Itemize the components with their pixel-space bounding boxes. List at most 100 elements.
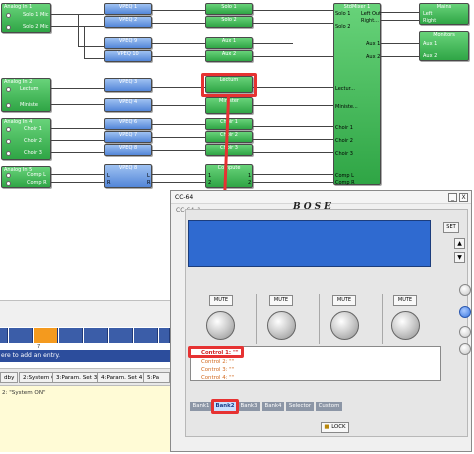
vpeq-block[interactable]: VPEQ 7	[104, 131, 152, 143]
gain-block-stereo[interactable]: Compute 1 2 1 2	[205, 164, 253, 188]
mixer-input-label: Ministe...	[335, 104, 358, 110]
port-label: Aux 2	[423, 53, 438, 59]
bank-tab-custom[interactable]: Custom	[316, 402, 342, 411]
wire	[84, 58, 104, 59]
entry-list-item[interactable]: 2: "System ON"	[2, 390, 46, 396]
port-label: Aux 1	[423, 41, 438, 47]
highlight-box-bank2	[211, 399, 239, 414]
toolbar-cell[interactable]	[59, 328, 83, 343]
wire	[152, 124, 205, 125]
volume-knob-3[interactable]	[330, 311, 359, 340]
port-label: Solo 1 Mic	[23, 12, 49, 18]
gain-block[interactable]: Aux 1	[205, 37, 253, 49]
wire	[253, 23, 333, 24]
input-block-analog-in-2[interactable]: Analog In 2 Lectum Ministe	[1, 78, 51, 112]
lock-button[interactable]: ■ LOCK	[321, 422, 349, 433]
gain-block[interactable]: Aux 2	[205, 50, 253, 62]
volume-knob-4[interactable]	[391, 311, 420, 340]
volume-knob-2[interactable]	[267, 311, 296, 340]
wire	[51, 88, 104, 89]
wire	[253, 105, 333, 106]
wire	[51, 174, 104, 175]
vpeq-block[interactable]: VPEQ 1	[104, 3, 152, 15]
scroll-down-button[interactable]: ▼	[454, 252, 465, 263]
bank-indicator[interactable]	[459, 343, 471, 355]
toolbar-strip	[0, 300, 170, 327]
toolbar-cell-selected[interactable]	[34, 328, 58, 343]
preset-tab-param-4[interactable]: 4:Param. Set 4	[97, 372, 147, 383]
toolbar-cell[interactable]	[84, 328, 108, 343]
toolbar-cell[interactable]	[109, 328, 133, 343]
vpeq-block[interactable]: VPEQ 3	[104, 78, 152, 92]
bank-tab-bank3[interactable]: Bank3	[238, 402, 260, 411]
stdmixer-block[interactable]: StdMixer 1 Solo 1 Solo 2 Lectur... Minis…	[333, 3, 381, 186]
window-title: CC-64	[175, 194, 194, 201]
output-block-monitors[interactable]: Monitors Aux 1 Aux 2	[419, 31, 469, 61]
control-row-2[interactable]: Control 2: ""	[201, 359, 234, 365]
input-block-analog-in-5[interactable]: Analog In 5 Comp L Comp R	[1, 166, 51, 188]
block-title: VPEQ 2	[118, 17, 138, 23]
toolbar-cell[interactable]	[159, 328, 170, 343]
gain-block[interactable]: Solo 2	[205, 16, 253, 28]
close-button[interactable]: X	[459, 193, 468, 202]
mute-button-4[interactable]: MUTE	[393, 295, 417, 306]
block-title: Aux 1	[221, 38, 237, 44]
port-label: R	[107, 180, 111, 186]
bank-indicator[interactable]	[459, 284, 471, 296]
mixer-input-label: Solo 2	[335, 24, 351, 30]
gain-block[interactable]: Choir 2	[205, 131, 253, 143]
mute-button-2[interactable]: MUTE	[269, 295, 293, 306]
input-jack-icon	[6, 25, 11, 30]
toolbar-cell[interactable]	[9, 328, 33, 343]
block-title: VPEQ 7	[118, 132, 138, 138]
preset-tab-standby[interactable]: dby	[0, 372, 19, 383]
port-label: L	[107, 173, 110, 179]
cc64-window[interactable]: CC-64 _ X CC-64_1 BOSE SET ▲ ▼ MUTE MUTE…	[170, 190, 472, 452]
mixer-input-label: Lectur...	[335, 86, 356, 92]
block-title: StdMixer 1	[343, 4, 371, 10]
vpeq-block[interactable]: VPEQ 6	[104, 118, 152, 130]
bank-indicator-active[interactable]	[459, 306, 471, 318]
vpeq-block[interactable]: VPEQ 4	[104, 98, 152, 112]
volume-knob-1[interactable]	[206, 311, 235, 340]
bank-tab-bank1[interactable]: Bank1	[190, 402, 212, 411]
minimize-button[interactable]: _	[448, 193, 457, 202]
wire	[152, 23, 205, 24]
vpeq-block[interactable]: VPEQ 9	[104, 37, 152, 49]
bank-tab-bank4[interactable]: Bank4	[262, 402, 284, 411]
port-label: Ministe	[20, 102, 38, 108]
input-block-analog-in-1[interactable]: Analog In 1 Solo 1 Mic Solo 2 Mic	[1, 3, 51, 33]
port-label: R	[147, 180, 151, 186]
preset-tab-5[interactable]: 5:Pa	[143, 372, 170, 383]
mixer-input-label: Choir 2	[335, 138, 353, 144]
gain-block[interactable]: Choir 3	[205, 144, 253, 156]
bank-indicator[interactable]	[459, 326, 471, 338]
input-jack-icon	[6, 127, 11, 132]
wire	[253, 87, 333, 88]
toolbar-cell[interactable]	[134, 328, 158, 343]
scroll-up-button[interactable]: ▲	[454, 238, 465, 249]
port-label: Choir 3	[24, 150, 42, 156]
control-row-4[interactable]: Control 4: ""	[201, 375, 234, 381]
mixer-output-label: Aux 1	[366, 41, 381, 47]
vpeq-block[interactable]: VPEQ 2	[104, 16, 152, 28]
vpeq-block[interactable]: VPEQ 10	[104, 50, 152, 62]
port-label: Lectum	[20, 86, 39, 92]
preset-tab-param-3[interactable]: 3:Param. Set 3	[52, 372, 102, 383]
port-label: 1	[208, 173, 212, 179]
set-button[interactable]: SET	[443, 222, 459, 233]
vpeq-block-stereo[interactable]: VPEQ 8 L R L R	[104, 164, 152, 188]
mute-button-3[interactable]: MUTE	[332, 295, 356, 306]
gain-block[interactable]: Solo 1	[205, 3, 253, 15]
control-row-3[interactable]: Control 3: ""	[201, 367, 234, 373]
wire	[253, 182, 333, 183]
bank-tab-selector[interactable]: Selector	[286, 402, 314, 411]
vpeq-block[interactable]: VPEQ 8	[104, 144, 152, 156]
mute-button-1[interactable]: MUTE	[209, 295, 233, 306]
port-label: 2	[208, 180, 212, 186]
output-block-mains[interactable]: Mains Left Right	[419, 3, 469, 25]
wire	[253, 174, 333, 175]
block-title: Analog In 1	[4, 4, 33, 10]
toolbar-cell[interactable]	[0, 328, 8, 343]
input-block-analog-in-4[interactable]: Analog In 4 Choir 1 Choir 2 Choir 3	[1, 118, 51, 160]
